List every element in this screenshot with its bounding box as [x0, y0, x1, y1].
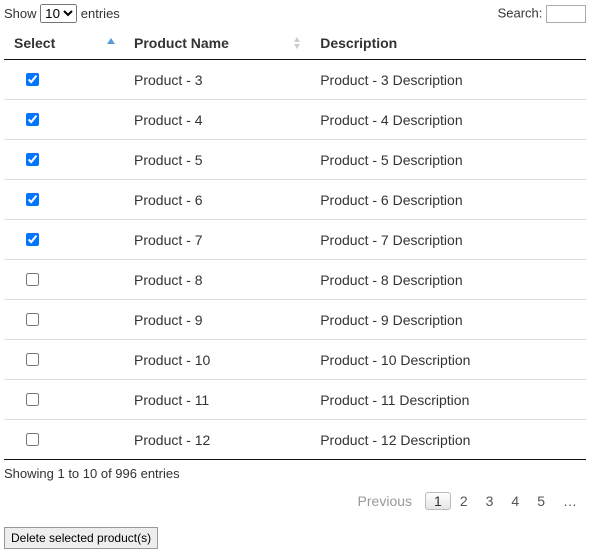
column-header-description-label: Description	[320, 35, 397, 51]
cell-product-description: Product - 7 Description	[310, 220, 586, 260]
search-control: Search:	[498, 5, 586, 23]
column-header-name-label: Product Name	[134, 35, 229, 51]
pagination-previous[interactable]: Previous	[349, 487, 421, 515]
cell-product-description: Product - 4 Description	[310, 100, 586, 140]
cell-product-description: Product - 9 Description	[310, 300, 586, 340]
search-label: Search:	[498, 5, 543, 20]
cell-product-name: Product - 3	[124, 60, 310, 100]
cell-product-name: Product - 7	[124, 220, 310, 260]
sort-both-icon	[292, 36, 302, 50]
table-row: Product - 12Product - 12 Description	[4, 420, 586, 460]
cell-product-description: Product - 6 Description	[310, 180, 586, 220]
cell-product-description: Product - 5 Description	[310, 140, 586, 180]
column-header-select[interactable]: Select	[4, 27, 124, 60]
entries-select[interactable]: 10	[40, 4, 77, 23]
cell-product-description: Product - 10 Description	[310, 340, 586, 380]
table-row: Product - 7Product - 7 Description	[4, 220, 586, 260]
table-row: Product - 8Product - 8 Description	[4, 260, 586, 300]
cell-product-name: Product - 4	[124, 100, 310, 140]
table-row: Product - 10Product - 10 Description	[4, 340, 586, 380]
cell-product-name: Product - 5	[124, 140, 310, 180]
row-select-checkbox[interactable]	[26, 353, 39, 366]
cell-product-description: Product - 11 Description	[310, 380, 586, 420]
entries-length-control: Show 10 entries	[4, 4, 120, 23]
cell-product-description: Product - 3 Description	[310, 60, 586, 100]
pagination-page[interactable]: 2	[451, 492, 477, 510]
cell-product-name: Product - 6	[124, 180, 310, 220]
row-select-checkbox[interactable]	[26, 273, 39, 286]
row-select-checkbox[interactable]	[26, 233, 39, 246]
cell-product-name: Product - 10	[124, 340, 310, 380]
column-header-description[interactable]: Description	[310, 27, 586, 60]
cell-product-description: Product - 12 Description	[310, 420, 586, 460]
cell-product-description: Product - 8 Description	[310, 260, 586, 300]
row-select-checkbox[interactable]	[26, 313, 39, 326]
row-select-checkbox[interactable]	[26, 393, 39, 406]
pagination: Previous 12345…	[4, 487, 586, 523]
sort-asc-icon	[106, 36, 116, 50]
column-header-select-label: Select	[14, 35, 55, 51]
cell-product-name: Product - 11	[124, 380, 310, 420]
pagination-page[interactable]: 3	[477, 492, 503, 510]
row-select-checkbox[interactable]	[26, 113, 39, 126]
entries-suffix: entries	[81, 6, 120, 21]
row-select-checkbox[interactable]	[26, 193, 39, 206]
pagination-page[interactable]: 4	[502, 492, 528, 510]
pagination-ellipsis: …	[554, 492, 586, 510]
table-row: Product - 4Product - 4 Description	[4, 100, 586, 140]
table-row: Product - 6Product - 6 Description	[4, 180, 586, 220]
delete-selected-button[interactable]: Delete selected product(s)	[4, 527, 158, 549]
column-header-name[interactable]: Product Name	[124, 27, 310, 60]
search-input[interactable]	[546, 5, 586, 23]
products-table: Select Product Name Description Product …	[4, 27, 586, 459]
pagination-page[interactable]: 5	[528, 492, 554, 510]
table-row: Product - 5Product - 5 Description	[4, 140, 586, 180]
table-row: Product - 11Product - 11 Description	[4, 380, 586, 420]
cell-product-name: Product - 9	[124, 300, 310, 340]
row-select-checkbox[interactable]	[26, 153, 39, 166]
table-row: Product - 9Product - 9 Description	[4, 300, 586, 340]
row-select-checkbox[interactable]	[26, 433, 39, 446]
table-info: Showing 1 to 10 of 996 entries	[4, 460, 586, 487]
entries-prefix: Show	[4, 6, 37, 21]
cell-product-name: Product - 8	[124, 260, 310, 300]
pagination-page[interactable]: 1	[425, 492, 451, 510]
table-row: Product - 3Product - 3 Description	[4, 60, 586, 100]
row-select-checkbox[interactable]	[26, 73, 39, 86]
cell-product-name: Product - 12	[124, 420, 310, 460]
